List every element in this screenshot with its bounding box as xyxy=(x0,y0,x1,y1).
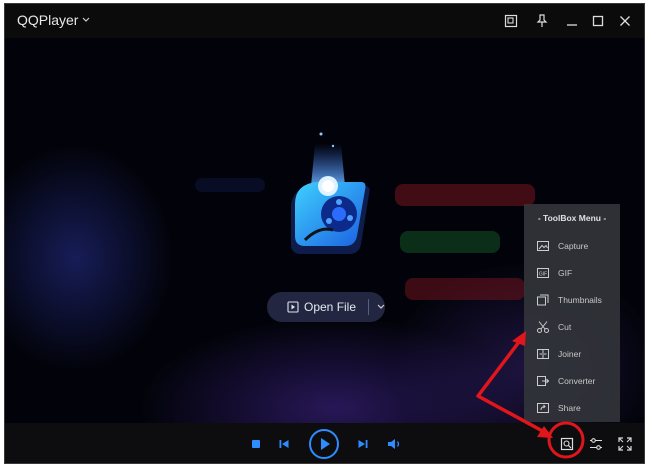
pin-icon xyxy=(536,14,548,27)
maximize-button[interactable] xyxy=(588,11,608,31)
previous-button[interactable] xyxy=(276,436,292,452)
app-title: QQPlayer xyxy=(17,12,79,28)
control-bar xyxy=(5,423,644,463)
toolbox-button[interactable] xyxy=(558,435,576,453)
player-window: QQPlayer Open File - ToolBox Menu - Capt… xyxy=(4,3,645,464)
previous-icon xyxy=(279,440,289,448)
fullscreen-icon xyxy=(618,437,632,451)
next-button[interactable] xyxy=(355,436,371,452)
share-icon xyxy=(537,403,549,413)
chevron-down-icon xyxy=(377,304,385,309)
minimize-icon xyxy=(567,24,577,26)
video-area[interactable]: Open File - ToolBox Menu - Capture GIF G… xyxy=(5,38,644,423)
close-icon xyxy=(620,16,630,26)
toolbox-item-label: Joiner xyxy=(558,349,582,359)
joiner-icon xyxy=(537,349,549,359)
play-icon xyxy=(309,429,339,459)
toolbox-item-label: Capture xyxy=(558,241,589,251)
toolbox-item-label: Cut xyxy=(558,322,572,332)
open-file-control: Open File xyxy=(267,292,385,322)
watermark-bar xyxy=(405,278,525,300)
next-icon xyxy=(358,440,368,448)
thumbnails-icon xyxy=(537,294,549,306)
toolbox-icon xyxy=(560,437,574,451)
toolbox-item-label: Share xyxy=(558,403,581,413)
capture-icon xyxy=(537,241,549,251)
open-file-button[interactable]: Open File xyxy=(267,300,368,314)
toolbox-item-label: Thumbnails xyxy=(558,295,602,305)
volume-button[interactable] xyxy=(386,436,404,452)
app-menu[interactable]: QQPlayer xyxy=(17,12,90,28)
settings-sliders-icon xyxy=(590,438,602,450)
settings-button[interactable] xyxy=(587,435,605,453)
toolbox-item-capture[interactable]: Capture xyxy=(536,236,588,256)
fullscreen-button[interactable] xyxy=(616,435,634,453)
converter-icon xyxy=(537,376,550,386)
toolbox-item-label: GIF xyxy=(558,268,573,278)
watermark-bar xyxy=(400,231,500,253)
close-button[interactable] xyxy=(615,11,635,31)
toolbox-item-cut[interactable]: Cut xyxy=(536,317,571,337)
minimize-button[interactable] xyxy=(562,11,582,31)
watermark-bar xyxy=(195,178,265,192)
qqplayer-logo xyxy=(291,132,370,254)
toolbox-item-thumbnails[interactable]: Thumbnails xyxy=(536,290,602,310)
svg-text:GIF: GIF xyxy=(539,272,547,278)
pin-button[interactable] xyxy=(532,11,552,31)
open-file-label: Open File xyxy=(304,300,357,314)
mini-mode-icon xyxy=(504,14,518,28)
scissors-icon xyxy=(537,321,549,333)
gif-icon: GIF xyxy=(537,268,549,278)
toolbox-item-joiner[interactable]: Joiner xyxy=(536,344,581,364)
toolbox-item-label: Converter xyxy=(558,376,596,386)
open-file-icon xyxy=(287,301,299,313)
watermark-bar xyxy=(395,184,535,206)
volume-icon xyxy=(388,439,400,449)
stop-button[interactable] xyxy=(248,436,264,452)
toolbox-item-gif[interactable]: GIF GIF xyxy=(536,263,572,283)
play-button[interactable] xyxy=(307,427,341,461)
toolbox-menu: - ToolBox Menu - Capture GIF GIF Thumbna… xyxy=(524,204,620,422)
toolbox-title: - ToolBox Menu - xyxy=(537,213,607,223)
stop-icon xyxy=(252,440,260,448)
mini-mode-button[interactable] xyxy=(501,11,521,31)
open-file-dropdown-button[interactable] xyxy=(369,304,385,310)
toolbox-item-share[interactable]: Share xyxy=(536,398,581,418)
title-bar: QQPlayer xyxy=(5,4,644,38)
toolbox-item-converter[interactable]: Converter xyxy=(536,371,595,391)
maximize-icon xyxy=(592,15,604,27)
chevron-down-icon xyxy=(83,17,90,22)
